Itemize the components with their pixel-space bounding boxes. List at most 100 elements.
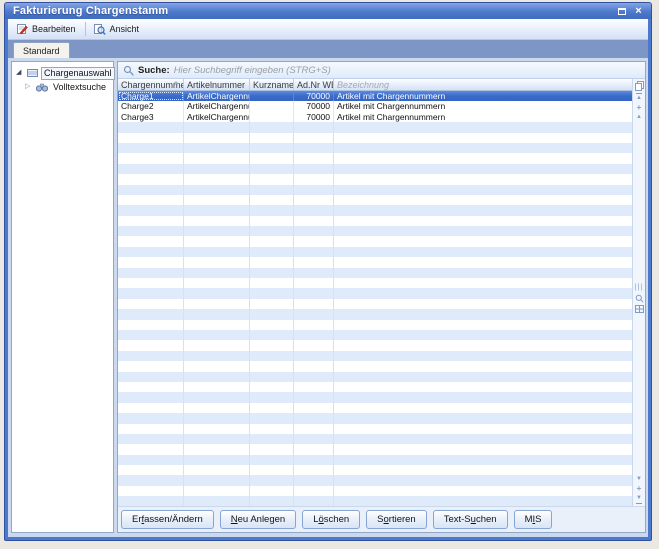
scroll-to-bottom-icon[interactable]: ▼ — [636, 495, 642, 504]
tree-item-volltextsuche-label: Volltextsuche — [51, 82, 108, 93]
empty-cell — [118, 444, 184, 454]
cell-adnr-we[interactable]: 70000 — [294, 112, 334, 122]
cell-kurzname[interactable] — [250, 91, 294, 101]
edit-document-icon — [16, 23, 28, 35]
tree-item-chargenauswahl[interactable]: ◢ Chargenauswahl — [12, 66, 113, 80]
empty-row — [118, 475, 632, 485]
neu-anlegen-button[interactable]: Neu Anlegen — [220, 510, 296, 529]
cell-kurzname[interactable] — [250, 112, 294, 122]
cell-bezeichnung[interactable]: Artikel mit Chargennummern — [334, 112, 632, 122]
empty-cell — [118, 434, 184, 444]
sortieren-button[interactable]: Sortieren — [366, 510, 427, 529]
cell-chargennummer[interactable]: Charge2 — [118, 101, 184, 111]
empty-cell — [184, 257, 250, 267]
table-row-selected[interactable]: Charge1 ArtikelChargennumme 70000 Artike… — [118, 91, 632, 101]
cell-artikelnummer[interactable]: ArtikelChargennumme — [184, 112, 250, 122]
navigation-tree-panel: ◢ Chargenauswahl ▷ — [11, 61, 114, 533]
app-window: Fakturierung Chargenstamm × Bearbeiten — [4, 2, 652, 541]
column-chooser-icon[interactable] — [635, 81, 644, 91]
empty-row — [118, 236, 632, 246]
empty-row — [118, 486, 632, 496]
cell-chargennummer[interactable]: Charge3 — [118, 112, 184, 122]
column-header-kurzname-label: Kurzname — [253, 80, 294, 90]
scroll-drag-down-icon[interactable]: + — [637, 485, 642, 493]
empty-cell — [118, 299, 184, 309]
empty-cell — [184, 195, 250, 205]
empty-row — [118, 278, 632, 288]
empty-cell — [184, 372, 250, 382]
empty-row — [118, 424, 632, 434]
empty-cell — [250, 195, 294, 205]
empty-cell — [250, 330, 294, 340]
search-input[interactable]: Suche: Hier Suchbegriff eingeben (STRG+S… — [118, 62, 645, 79]
column-header-bezeichnung[interactable]: Bezeichnung — [334, 79, 632, 90]
cell-artikelnummer[interactable]: ArtikelChargennumme — [184, 91, 250, 101]
loeschen-button[interactable]: Löschen — [302, 510, 360, 529]
cell-adnr-we[interactable]: 70000 — [294, 101, 334, 111]
empty-cell — [294, 288, 334, 298]
scroll-down-icon[interactable]: ▼ — [636, 476, 642, 483]
cell-bezeichnung[interactable]: Artikel mit Chargennummern — [334, 91, 632, 101]
empty-cell — [184, 330, 250, 340]
empty-cell — [184, 361, 250, 371]
scroll-drag-up-icon[interactable]: + — [637, 104, 642, 112]
empty-cell — [184, 309, 250, 319]
cell-artikelnummer[interactable]: ArtikelChargennumme — [184, 101, 250, 111]
close-button[interactable]: × — [631, 5, 646, 18]
empty-cell — [334, 122, 632, 132]
tab-standard[interactable]: Standard — [13, 42, 70, 58]
text-suchen-button[interactable]: Text-Suchen — [433, 510, 508, 529]
cell-adnr-we[interactable]: 70000 — [294, 91, 334, 101]
empty-cell — [294, 382, 334, 392]
ansicht-button[interactable]: Ansicht — [89, 21, 146, 37]
tree-expander-closed-icon[interactable]: ▷ — [25, 83, 33, 91]
scroll-up-icon[interactable]: ▲ — [636, 114, 642, 121]
table-row[interactable]: Charge3 ArtikelChargennumme 70000 Artike… — [118, 112, 632, 122]
grid-table: Chargennummer ▼ Artikelnummer Kurzname — [118, 79, 632, 506]
empty-cell — [250, 486, 294, 496]
empty-row — [118, 185, 632, 195]
empty-cell — [294, 164, 334, 174]
empty-cell — [334, 434, 632, 444]
columns-grip-icon[interactable]: ||| — [635, 284, 643, 292]
column-header-bezeichnung-label: Bezeichnung — [337, 80, 389, 90]
column-header-artikelnummer[interactable]: Artikelnummer — [184, 79, 250, 90]
empty-row — [118, 143, 632, 153]
empty-cell — [118, 133, 184, 143]
erfassen-aendern-button[interactable]: Erfassen/Ändern — [121, 510, 214, 529]
empty-cell — [294, 413, 334, 423]
empty-cell — [250, 226, 294, 236]
empty-cell — [334, 164, 632, 174]
empty-cell — [334, 153, 632, 163]
empty-cell — [294, 226, 334, 236]
tree-expander-open-icon[interactable]: ◢ — [16, 69, 24, 77]
scroll-to-top-icon[interactable]: ▲ — [636, 93, 642, 102]
empty-cell — [250, 455, 294, 465]
cell-bezeichnung[interactable]: Artikel mit Chargennummern — [334, 101, 632, 111]
cell-chargennummer[interactable]: Charge1 — [118, 91, 184, 101]
empty-cell — [184, 434, 250, 444]
empty-cell — [184, 247, 250, 257]
empty-cell — [118, 278, 184, 288]
column-header-chargennummer[interactable]: Chargennummer ▼ — [118, 79, 184, 90]
table-row[interactable]: Charge2 ArtikelChargennumme 70000 Artike… — [118, 101, 632, 111]
empty-row — [118, 205, 632, 215]
mis-button[interactable]: MIS — [514, 510, 553, 529]
empty-row — [118, 361, 632, 371]
grid-view-icon[interactable] — [635, 305, 644, 313]
empty-row — [118, 455, 632, 465]
empty-cell — [250, 413, 294, 423]
empty-cell — [184, 164, 250, 174]
zoom-icon[interactable] — [635, 294, 644, 303]
column-header-adnr-we-label: Ad.Nr WE — [297, 80, 334, 90]
empty-cell — [334, 205, 632, 215]
empty-cell — [250, 392, 294, 402]
empty-cell — [250, 465, 294, 475]
cell-kurzname[interactable] — [250, 101, 294, 111]
tree-item-volltextsuche[interactable]: ▷ Volltextsuche — [12, 80, 113, 94]
empty-cell — [118, 340, 184, 350]
column-header-kurzname[interactable]: Kurzname — [250, 79, 294, 90]
bearbeiten-button[interactable]: Bearbeiten — [12, 21, 82, 37]
column-header-adnr-we[interactable]: Ad.Nr WE — [294, 79, 334, 90]
restore-button[interactable] — [614, 5, 629, 18]
